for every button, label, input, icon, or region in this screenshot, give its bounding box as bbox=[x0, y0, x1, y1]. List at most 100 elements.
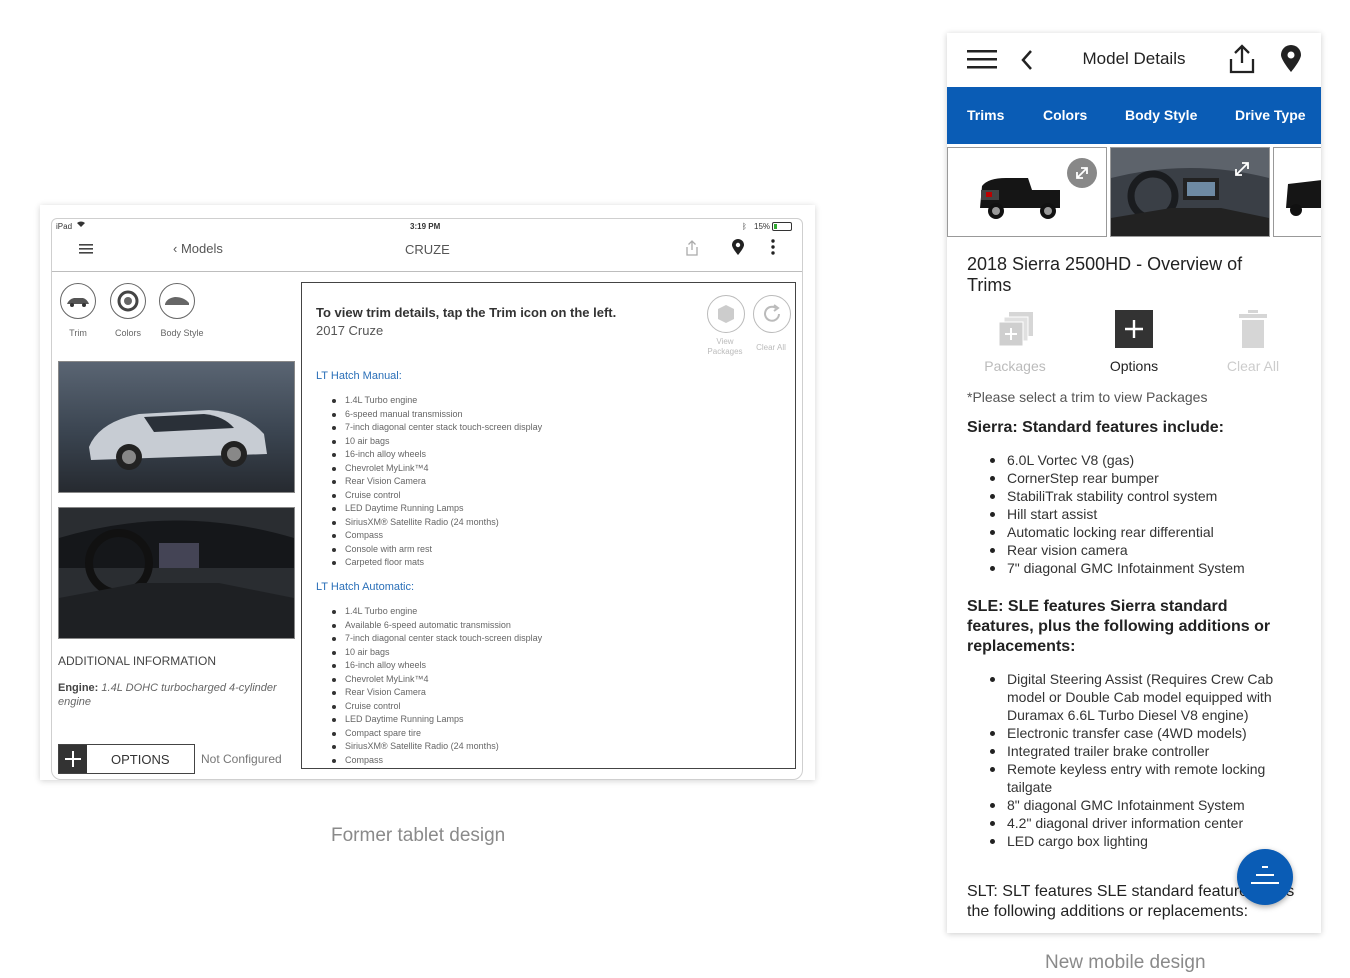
image-carousel[interactable] bbox=[947, 147, 1321, 237]
list-item: Rear Vision Camera bbox=[332, 475, 542, 489]
status-bar: iPad 3:19 PM ᛒ 15% bbox=[52, 219, 802, 233]
back-button[interactable]: ‹ Models bbox=[173, 241, 223, 256]
wheel-icon bbox=[110, 283, 146, 319]
options-button[interactable]: OPTIONS bbox=[58, 744, 195, 774]
config-icons: Trim Colors Body Style bbox=[58, 283, 298, 363]
mobile-caption: New mobile design bbox=[1045, 952, 1206, 973]
plus-icon bbox=[1115, 310, 1153, 348]
panel-subtitle: 2017 Cruze bbox=[316, 323, 384, 338]
car-interior-photo bbox=[58, 507, 295, 639]
list-item: LED Daytime Running Lamps bbox=[332, 502, 542, 516]
expand-icon[interactable] bbox=[1231, 158, 1253, 185]
battery-percent: 15% bbox=[754, 222, 771, 231]
list-item: LED Daytime Running Lamps bbox=[332, 713, 542, 727]
car-exterior-photo bbox=[58, 361, 295, 493]
refresh-icon[interactable] bbox=[753, 295, 791, 333]
list-item: Available 6-speed automatic transmission bbox=[332, 619, 542, 633]
engine-info: Engine: 1.4L DOHC turbocharged 4-cylinde… bbox=[58, 681, 288, 709]
list-item: 1.4L Turbo engine bbox=[332, 394, 542, 408]
truck-interior-thumbnail[interactable] bbox=[1110, 147, 1270, 237]
list-item: 10 air bags bbox=[332, 646, 542, 660]
tablet-nav-bar: ‹ Models CRUZE bbox=[52, 235, 802, 272]
panel-instruction: To view trim details, tap the Trim icon … bbox=[316, 305, 617, 320]
mobile-header: Model Details bbox=[947, 33, 1321, 87]
truck-front-thumbnail[interactable] bbox=[1273, 147, 1321, 237]
packages-label: Packages bbox=[984, 358, 1046, 374]
floating-menu-button[interactable] bbox=[1237, 849, 1293, 905]
package-icon[interactable] bbox=[707, 295, 745, 333]
section-title: Sierra: Standard features include: bbox=[967, 419, 1224, 436]
list-item: Rear vision camera bbox=[987, 541, 1297, 559]
clear-all-label: Clear All bbox=[756, 343, 786, 352]
chevron-left-icon: ‹ bbox=[173, 241, 178, 256]
list-item: Electronic transfer case (4WD models) bbox=[987, 724, 1297, 742]
list-item: SiriusXM® Satellite Radio (24 months) bbox=[332, 516, 542, 530]
plus-icon bbox=[59, 745, 87, 773]
feature-list: 1.4L Turbo engine Available 6-speed auto… bbox=[332, 605, 542, 767]
list-item: SiriusXM® Satellite Radio (24 months) bbox=[332, 740, 542, 754]
list-item: 10 air bags bbox=[332, 435, 542, 449]
back-chevron-icon[interactable] bbox=[1020, 49, 1034, 76]
share-icon[interactable] bbox=[1228, 44, 1256, 79]
additional-info-title: ADDITIONAL INFORMATION bbox=[58, 654, 217, 668]
page-title: CRUZE bbox=[405, 242, 450, 257]
sedan-icon bbox=[159, 283, 195, 319]
list-item: 6.0L Vortec V8 (gas) bbox=[987, 451, 1297, 469]
trash-icon bbox=[1239, 310, 1267, 353]
menu-icon[interactable] bbox=[79, 243, 93, 258]
tab-body-style[interactable]: Body Style bbox=[1125, 107, 1197, 123]
page-title: Model Details bbox=[1082, 49, 1186, 68]
tablet-frame: iPad 3:19 PM ᛒ 15% ‹ Models CRUZE Trim C… bbox=[51, 218, 803, 780]
list-item: Integrated trailer brake controller bbox=[987, 742, 1297, 760]
list-item: Carpeted floor mats bbox=[332, 556, 542, 570]
location-pin-icon[interactable] bbox=[1280, 45, 1302, 78]
hamburger-menu-icon[interactable] bbox=[967, 50, 997, 75]
list-item: Automatic locking rear differential bbox=[987, 523, 1297, 541]
colors-label: Colors bbox=[114, 328, 141, 338]
options-status: Not Configured bbox=[201, 752, 282, 766]
back-label: Models bbox=[180, 241, 223, 256]
share-icon[interactable] bbox=[685, 240, 699, 259]
list-item: Chevrolet MyLink™4 bbox=[332, 462, 542, 476]
list-item: Rear Vision Camera bbox=[332, 686, 542, 700]
list-item: Cruise control bbox=[332, 489, 542, 503]
car-side-icon bbox=[60, 283, 96, 319]
status-time: 3:19 PM bbox=[410, 222, 441, 231]
options-label: OPTIONS bbox=[111, 752, 170, 767]
packages-icon bbox=[997, 310, 1035, 353]
tablet-caption: Former tablet design bbox=[331, 825, 506, 846]
tab-colors[interactable]: Colors bbox=[1043, 107, 1087, 123]
wifi-icon bbox=[76, 220, 86, 230]
section-title: LT Hatch Automatic: bbox=[316, 581, 415, 593]
tab-drive-type[interactable]: Drive Type bbox=[1235, 107, 1306, 123]
list-item: 7" diagonal GMC Infotainment System bbox=[987, 559, 1297, 577]
bluetooth-icon: ᛒ bbox=[742, 222, 747, 231]
overview-heading: 2018 Sierra 2500HD - Overview of Trims bbox=[967, 254, 1243, 295]
list-item: StabiliTrak stability control system bbox=[987, 487, 1297, 505]
list-item: Chevrolet MyLink™4 bbox=[332, 673, 542, 687]
list-item: 16-inch alloy wheels bbox=[332, 448, 542, 462]
body-style-label: Body Style bbox=[160, 328, 204, 338]
clear-all-label: Clear All bbox=[1226, 358, 1280, 374]
trim-details-panel: To view trim details, tap the Trim icon … bbox=[301, 282, 796, 769]
list-item: Console with arm rest bbox=[332, 543, 542, 557]
feature-list: 1.4L Turbo engine 6-speed manual transmi… bbox=[332, 394, 542, 570]
expand-icon[interactable] bbox=[1067, 158, 1097, 188]
list-item: 1.4L Turbo engine bbox=[332, 605, 542, 619]
list-item: 8" diagonal GMC Infotainment System bbox=[987, 796, 1297, 814]
list-item: Cruise control bbox=[332, 700, 542, 714]
device-label: iPad bbox=[56, 222, 73, 231]
sort-lines-icon bbox=[1251, 865, 1279, 894]
truck-exterior-thumbnail[interactable] bbox=[947, 147, 1107, 237]
tab-bar: Trims Colors Body Style Drive Type bbox=[947, 87, 1321, 144]
packages-note: *Please select a trim to view Packages bbox=[967, 389, 1208, 405]
list-item: Compass bbox=[332, 754, 542, 768]
more-options-icon[interactable] bbox=[771, 239, 775, 258]
view-packages-label: View Packages bbox=[707, 337, 743, 356]
location-pin-icon[interactable] bbox=[732, 239, 744, 259]
tablet-screenshot: iPad 3:19 PM ᛒ 15% ‹ Models CRUZE Trim C… bbox=[40, 205, 815, 780]
list-item: Remote keyless entry with remote locking… bbox=[987, 760, 1297, 796]
list-item: 7-inch diagonal center stack touch-scree… bbox=[332, 632, 542, 646]
battery-icon bbox=[772, 222, 792, 231]
tab-trims[interactable]: Trims bbox=[967, 107, 1004, 123]
